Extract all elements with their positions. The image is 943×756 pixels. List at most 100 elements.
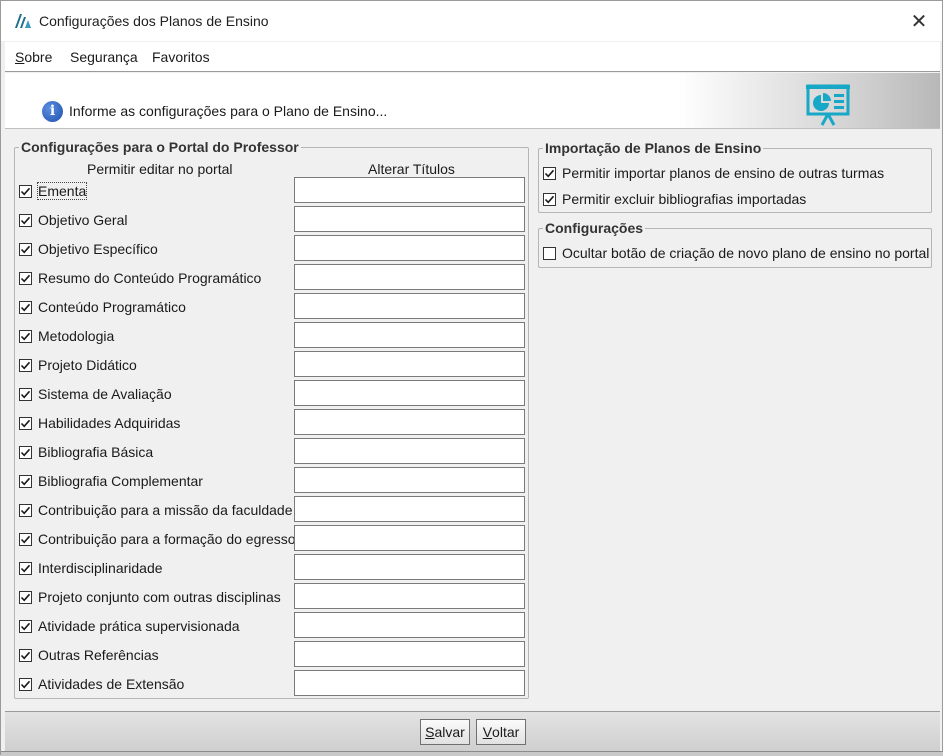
check-icon	[20, 274, 31, 282]
checkbox[interactable]	[19, 300, 32, 314]
import-item-0[interactable]: Permitir importar planos de ensino de ou…	[543, 163, 884, 183]
title-override-input[interactable]	[294, 264, 525, 290]
menu-seguranca[interactable]: Segurança	[70, 49, 138, 65]
title-override-input[interactable]	[294, 322, 525, 348]
portal-item-row[interactable]: Outras Referências	[19, 645, 159, 665]
portal-item-label: Resumo do Conteúdo Programático	[38, 270, 262, 286]
portal-item-row[interactable]: Metodologia	[19, 326, 114, 346]
checkbox[interactable]	[543, 166, 556, 180]
checkbox[interactable]	[19, 387, 32, 401]
save-button[interactable]: Salvar	[420, 719, 470, 745]
checkbox[interactable]	[19, 184, 32, 198]
title-override-input[interactable]	[294, 206, 525, 232]
title-override-input[interactable]	[294, 612, 525, 638]
title-override-input[interactable]	[294, 293, 525, 319]
title-override-input[interactable]	[294, 554, 525, 580]
settings-item-label: Ocultar botão de criação de novo plano d…	[562, 245, 930, 261]
menu-sobre[interactable]: Sobre	[15, 49, 52, 65]
checkbox[interactable]	[19, 329, 32, 343]
portal-item-row[interactable]: Conteúdo Programático	[19, 297, 186, 317]
checkbox[interactable]	[19, 445, 32, 459]
checkbox[interactable]	[19, 213, 32, 227]
portal-item-row[interactable]: Projeto conjunto com outras disciplinas	[19, 587, 281, 607]
portal-item-row[interactable]: Objetivo Geral	[19, 210, 127, 230]
portal-item-label: Bibliografia Básica	[38, 444, 154, 460]
title-override-input[interactable]	[294, 641, 525, 667]
menu-bar: Sobre Segurança Favoritos	[5, 42, 940, 72]
checkbox[interactable]	[19, 416, 32, 430]
menu-favoritos[interactable]: Favoritos	[152, 49, 210, 65]
check-icon	[20, 622, 31, 630]
check-icon	[20, 477, 31, 485]
portal-item-row[interactable]: Contribuição para a formação do egresso	[19, 529, 296, 549]
import-item-label: Permitir importar planos de ensino de ou…	[562, 165, 885, 181]
portal-item-row[interactable]: Bibliografia Básica	[19, 442, 153, 462]
portal-item-row[interactable]: Interdisciplinaridade	[19, 558, 163, 578]
check-icon	[20, 448, 31, 456]
check-icon	[20, 651, 31, 659]
portal-item-row[interactable]: Projeto Didático	[19, 355, 137, 375]
check-icon	[20, 680, 31, 688]
checkbox[interactable]	[19, 358, 32, 372]
portal-item-label: Interdisciplinaridade	[38, 560, 163, 576]
portal-item-label: Habilidades Adquiridas	[38, 415, 181, 431]
info-icon: i	[42, 101, 63, 122]
portal-item-label: Atividade prática supervisionada	[38, 618, 240, 634]
portal-item-label: Metodologia	[38, 328, 115, 344]
portal-item-row[interactable]: Habilidades Adquiridas	[19, 413, 180, 433]
checkbox[interactable]	[19, 242, 32, 256]
portal-item-row[interactable]: Objetivo Específico	[19, 239, 158, 259]
portal-item-row[interactable]: Resumo do Conteúdo Programático	[19, 268, 261, 288]
checkbox[interactable]	[543, 192, 556, 206]
portal-item-row[interactable]: Contribuição para a missão da faculdade	[19, 500, 293, 520]
check-icon	[544, 195, 555, 203]
title-override-input[interactable]	[294, 496, 525, 522]
title-override-input[interactable]	[294, 467, 525, 493]
import-item-label: Permitir excluir bibliografias importada…	[562, 191, 807, 207]
checkbox[interactable]	[19, 503, 32, 517]
checkbox[interactable]	[19, 619, 32, 633]
title-override-input[interactable]	[294, 380, 525, 406]
checkbox[interactable]	[19, 474, 32, 488]
checkbox[interactable]	[19, 590, 32, 604]
portal-item-label: Sistema de Avaliação	[38, 386, 172, 402]
checkbox[interactable]	[543, 246, 556, 260]
check-icon	[20, 216, 31, 224]
title-override-input[interactable]	[294, 351, 525, 377]
portal-item-row[interactable]: Atividades de Extensão	[19, 674, 184, 694]
back-mnemonic: V	[482, 724, 493, 740]
back-button[interactable]: Voltar	[476, 719, 526, 745]
check-icon	[20, 245, 31, 253]
title-bar: Configurações dos Planos de Ensino ✕	[1, 1, 942, 41]
title-override-input[interactable]	[294, 235, 525, 261]
title-override-input[interactable]	[294, 438, 525, 464]
checkbox[interactable]	[19, 561, 32, 575]
window-title: Configurações dos Planos de Ensino	[39, 13, 269, 29]
import-item-1[interactable]: Permitir excluir bibliografias importada…	[543, 189, 806, 209]
checkbox[interactable]	[19, 677, 32, 691]
portal-item-row[interactable]: Ementa	[19, 181, 88, 201]
portal-item-label: Contribuição para a formação do egresso	[38, 531, 296, 547]
save-mnemonic: S	[425, 724, 435, 740]
title-override-input[interactable]	[294, 409, 525, 435]
title-override-input[interactable]	[294, 583, 525, 609]
portal-item-row[interactable]: Bibliografia Complementar	[19, 471, 203, 491]
portal-item-row[interactable]: Atividade prática supervisionada	[19, 616, 240, 636]
title-override-input[interactable]	[294, 670, 525, 696]
menu-sobre-label: obre	[24, 49, 53, 65]
close-icon[interactable]: ✕	[896, 1, 942, 41]
checkbox[interactable]	[19, 271, 32, 285]
background-strip	[1, 751, 943, 756]
check-icon	[20, 390, 31, 398]
column-header-edit: Permitir editar no portal	[87, 161, 233, 177]
check-icon	[20, 332, 31, 340]
settings-item-0[interactable]: Ocultar botão de criação de novo plano d…	[543, 243, 929, 263]
portal-item-row[interactable]: Sistema de Avaliação	[19, 384, 172, 404]
portal-item-label: Outras Referências	[38, 647, 159, 663]
check-icon	[20, 535, 31, 543]
import-group-legend: Importação de Planos de Ensino	[543, 140, 764, 156]
checkbox[interactable]	[19, 648, 32, 662]
title-override-input[interactable]	[294, 525, 525, 551]
title-override-input[interactable]	[294, 177, 525, 203]
checkbox[interactable]	[19, 532, 32, 546]
